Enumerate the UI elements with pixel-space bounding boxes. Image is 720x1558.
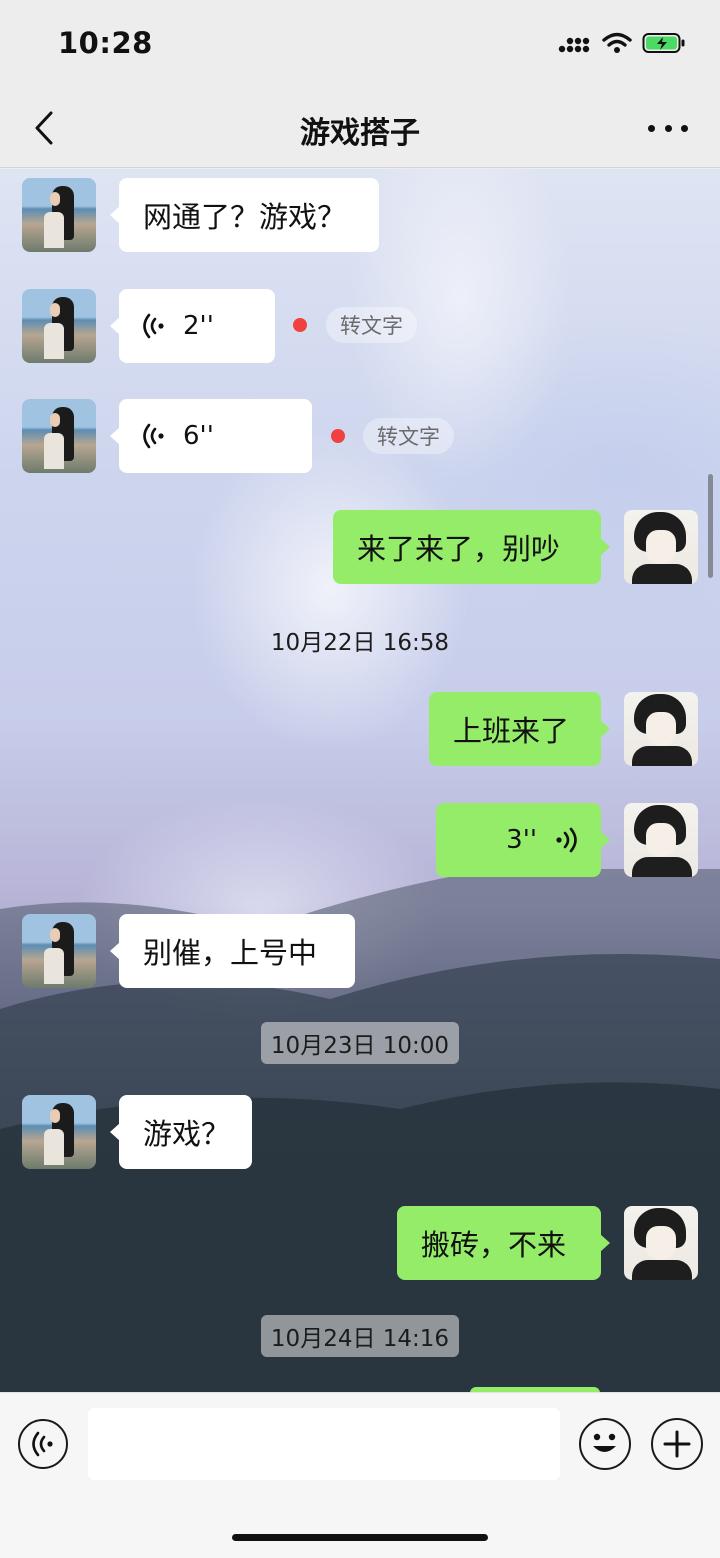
voice-duration: 6'' <box>183 421 214 451</box>
voice-input-button[interactable] <box>18 1419 68 1469</box>
voice-duration: 2'' <box>183 311 214 341</box>
message-timestamp: 10月22日 16:58 <box>270 630 450 656</box>
contact-avatar[interactable] <box>22 289 96 363</box>
more-dots-icon <box>648 124 655 132</box>
message-bubble-outgoing[interactable]: 上班来了 <box>429 692 610 766</box>
more-dots-icon <box>681 124 688 132</box>
convert-to-text-button[interactable]: 转文字 <box>363 418 454 454</box>
scrollbar[interactable] <box>708 474 713 578</box>
chat-message-list[interactable]: 网通了？游戏？ 2'' 转文字 6'' 转文字 来了来了，别吵 10月22日 1… <box>0 169 720 1392</box>
emoji-icon <box>593 1433 616 1452</box>
cellular-signal-icon <box>558 37 590 53</box>
voice-message-outgoing[interactable]: 3'' <box>436 803 610 877</box>
message-input[interactable] <box>88 1408 560 1480</box>
unread-dot <box>331 429 345 443</box>
battery-charging-icon <box>642 33 685 53</box>
home-indicator[interactable] <box>232 1534 488 1541</box>
my-avatar[interactable] <box>624 803 698 877</box>
contact-avatar[interactable] <box>22 914 96 988</box>
message-timestamp: 10月24日 14:16 <box>0 1315 720 1357</box>
more-functions-button[interactable] <box>651 1418 703 1470</box>
voice-icon <box>32 1431 53 1457</box>
contact-avatar[interactable] <box>22 178 96 252</box>
message-bubble-incoming[interactable]: 游戏？ <box>110 1095 252 1169</box>
voice-wave-icon <box>143 423 164 449</box>
contact-avatar[interactable] <box>22 1095 96 1169</box>
wifi-icon <box>602 32 632 53</box>
message-bubble-outgoing[interactable]: 来了来了，别吵 <box>333 510 610 584</box>
emoji-button[interactable] <box>579 1418 631 1470</box>
message-timestamp: 10月23日 10:00 <box>0 1022 720 1064</box>
my-avatar[interactable] <box>624 1206 698 1280</box>
unread-dot <box>293 318 307 332</box>
chat-header: 游戏搭子 <box>0 88 720 168</box>
my-avatar[interactable] <box>624 510 698 584</box>
contact-avatar[interactable] <box>22 399 96 473</box>
more-dots-icon <box>664 124 672 132</box>
my-avatar[interactable] <box>624 692 698 766</box>
voice-message-incoming[interactable]: 2'' <box>110 289 275 363</box>
status-time: 10:28 <box>58 26 153 60</box>
voice-wave-icon <box>143 313 164 339</box>
chat-title: 游戏搭子 <box>300 116 420 151</box>
wallpaper-mountain <box>0 869 720 1392</box>
message-bubble-incoming[interactable]: 网通了？游戏？ <box>110 178 379 252</box>
plus-icon <box>663 1430 691 1458</box>
voice-duration: 3'' <box>506 825 537 855</box>
voice-wave-icon <box>556 827 577 853</box>
voice-message-incoming[interactable]: 6'' <box>110 399 312 473</box>
status-bar: 10:28 <box>0 0 720 88</box>
message-bubble-outgoing[interactable]: 搬砖，不来 <box>397 1206 610 1280</box>
message-bubble-incoming[interactable]: 别催，上号中 <box>110 914 355 988</box>
convert-to-text-button[interactable]: 转文字 <box>326 307 417 343</box>
more-button[interactable] <box>648 114 688 142</box>
status-icons <box>558 32 686 54</box>
